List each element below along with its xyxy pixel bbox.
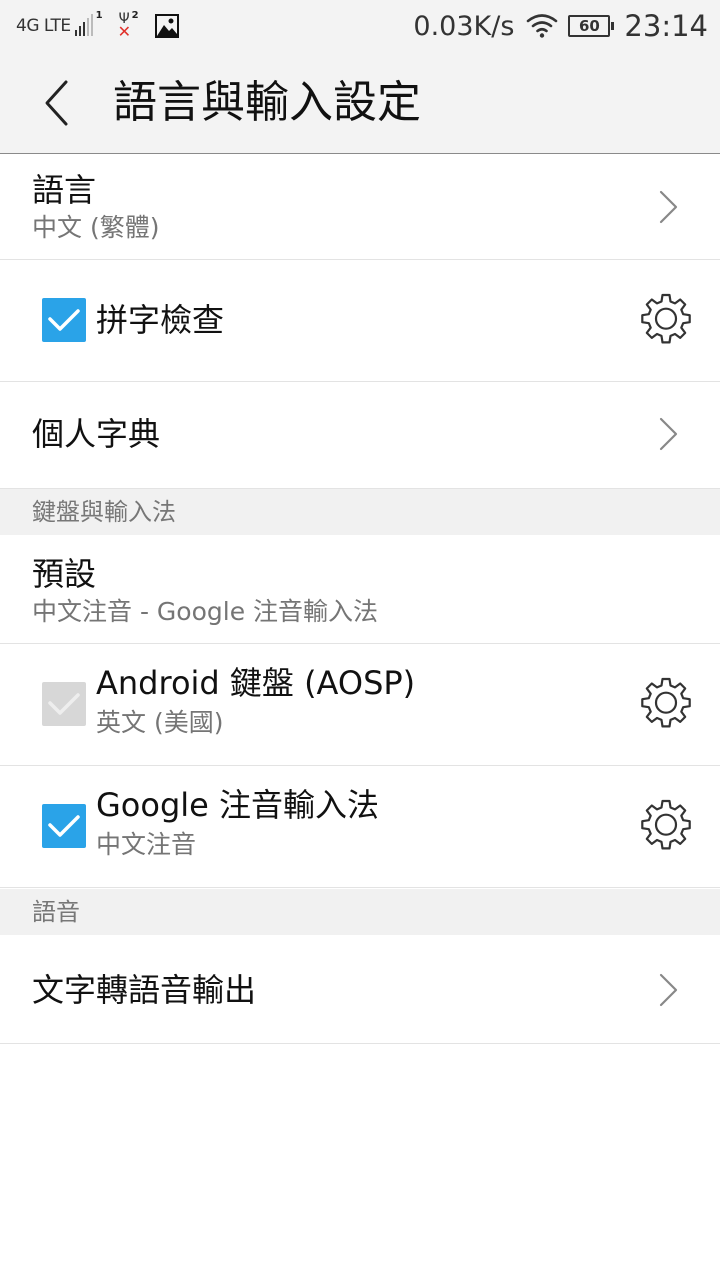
chevron-right-icon [659,190,678,224]
section-header-keyboard: 鍵盤與輸入法 [0,489,720,535]
chevron-right-icon [659,417,678,451]
google-zhuyin-row[interactable]: Google 注音輸入法 中文注音 [0,766,720,888]
status-bar: 4G LTE 1 Ψ ✕ 2 0.03K/s 60 23:14 [0,0,720,52]
wifi-icon [527,14,558,38]
aosp-keyboard-row[interactable]: Android 鍵盤 (AOSP) 英文 (美國) [0,644,720,766]
aosp-keyboard-subtitle: 英文 (美國) [96,708,224,737]
google-zhuyin-checkbox[interactable] [42,804,86,848]
section-keyboard-label: 鍵盤與輸入法 [32,498,176,526]
sim2-label: 2 [131,10,139,21]
personal-dictionary-row[interactable]: 個人字典 [0,382,720,489]
chevron-right-icon [659,973,678,1007]
default-keyboard-title: 預設 [32,555,97,593]
battery-level: 60 [578,17,600,35]
page-title: 語言與輸入設定 [113,77,421,128]
section-header-voice: 語音 [0,889,720,935]
sim2-no-signal-icon: Ψ ✕ 2 [117,10,139,41]
gear-icon[interactable] [638,292,694,348]
app-bar: 語言與輸入設定 [0,52,720,154]
checkmark-icon [48,693,80,715]
gear-icon[interactable] [638,798,694,854]
network-speed: 0.03K/s [413,10,515,42]
network-type: 4G LTE [16,16,71,36]
signal-icon [74,14,95,36]
spell-check-checkbox[interactable] [42,298,86,342]
spell-check-title: 拼字檢查 [96,301,225,339]
image-icon [154,14,179,38]
language-title: 語言 [32,171,97,209]
tts-output-row[interactable]: 文字轉語音輸出 [0,935,720,1044]
section-voice-label: 語音 [32,898,80,926]
checkmark-icon [48,309,80,331]
aosp-keyboard-title: Android 鍵盤 (AOSP) [96,664,416,702]
sim1-label: 1 [95,10,103,21]
language-row[interactable]: 語言 中文 (繁體) [0,154,720,260]
chevron-left-icon [45,80,68,126]
aosp-keyboard-checkbox [42,682,86,726]
default-keyboard-subtitle: 中文注音 - Google 注音輸入法 [32,597,379,626]
clock: 23:14 [624,9,708,43]
google-zhuyin-subtitle: 中文注音 [96,830,197,859]
spell-check-row[interactable]: 拼字檢查 [0,260,720,382]
personal-dictionary-title: 個人字典 [32,415,161,453]
battery-icon: 60 [568,15,615,37]
checkmark-icon [48,815,80,837]
tts-output-title: 文字轉語音輸出 [32,971,257,1009]
gear-icon[interactable] [638,676,694,732]
language-subtitle: 中文 (繁體) [32,213,160,242]
default-keyboard-row[interactable]: 預設 中文注音 - Google 注音輸入法 [0,535,720,644]
back-button[interactable] [30,74,82,132]
google-zhuyin-title: Google 注音輸入法 [96,786,380,824]
